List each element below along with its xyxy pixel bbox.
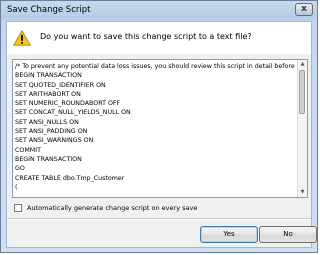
script-line: SET ANSI_NULLS ON (15, 118, 79, 126)
no-button[interactable]: No (259, 226, 317, 243)
script-line: SET CONCAT_NULL_YIELDS_NULL ON (15, 109, 131, 117)
script-line: BEGIN TRANSACTION (15, 72, 82, 80)
script-line: CREATE TABLE dbo.Tmp_Customer (15, 174, 125, 182)
close-button[interactable]: x (295, 3, 313, 16)
scroll-thumb[interactable] (299, 70, 305, 114)
question-text: Do you want to save this change script t… (40, 32, 252, 41)
script-line: COMMIT (15, 146, 41, 154)
auto-generate-option[interactable]: Automatically generate change script on … (14, 202, 197, 214)
script-line: SET ANSI_WARNINGS ON (15, 137, 94, 145)
script-line: GO (15, 165, 25, 173)
script-line: ( (15, 183, 18, 191)
vertical-scrollbar[interactable]: ▲ ▼ (297, 60, 307, 197)
question-panel: Do you want to save this change script t… (7, 22, 311, 54)
dialog-body: Do you want to save this change script t… (6, 21, 317, 248)
warning-icon (13, 30, 31, 46)
script-line: BEGIN TRANSACTION (15, 155, 82, 163)
script-line: SET ANSI_PADDING ON (15, 128, 88, 136)
script-line: SET ARITHABORT ON (15, 90, 81, 98)
title-bar[interactable]: Save Change Script x (1, 1, 317, 21)
script-preview[interactable]: /* To prevent any potential data loss is… (12, 59, 308, 198)
auto-generate-label[interactable]: Automatically generate change script on … (27, 204, 197, 212)
script-line: SET NUMERIC_ROUNDABORT OFF (15, 100, 121, 108)
yes-button[interactable]: Yes (200, 226, 258, 243)
script-line: /* To prevent any potential data loss is… (15, 63, 298, 70)
script-line: SET QUOTED_IDENTIFIER ON (15, 81, 106, 89)
scroll-up-icon[interactable]: ▲ (298, 60, 307, 69)
divider (7, 218, 311, 220)
dialog-title: Save Change Script (7, 5, 91, 15)
script-text: /* To prevent any potential data loss is… (15, 62, 298, 192)
auto-generate-checkbox[interactable] (14, 204, 22, 212)
scroll-down-icon[interactable]: ▼ (298, 188, 307, 197)
save-change-script-dialog: Save Change Script x Do you want to save… (0, 0, 318, 253)
close-icon: x (301, 4, 307, 14)
